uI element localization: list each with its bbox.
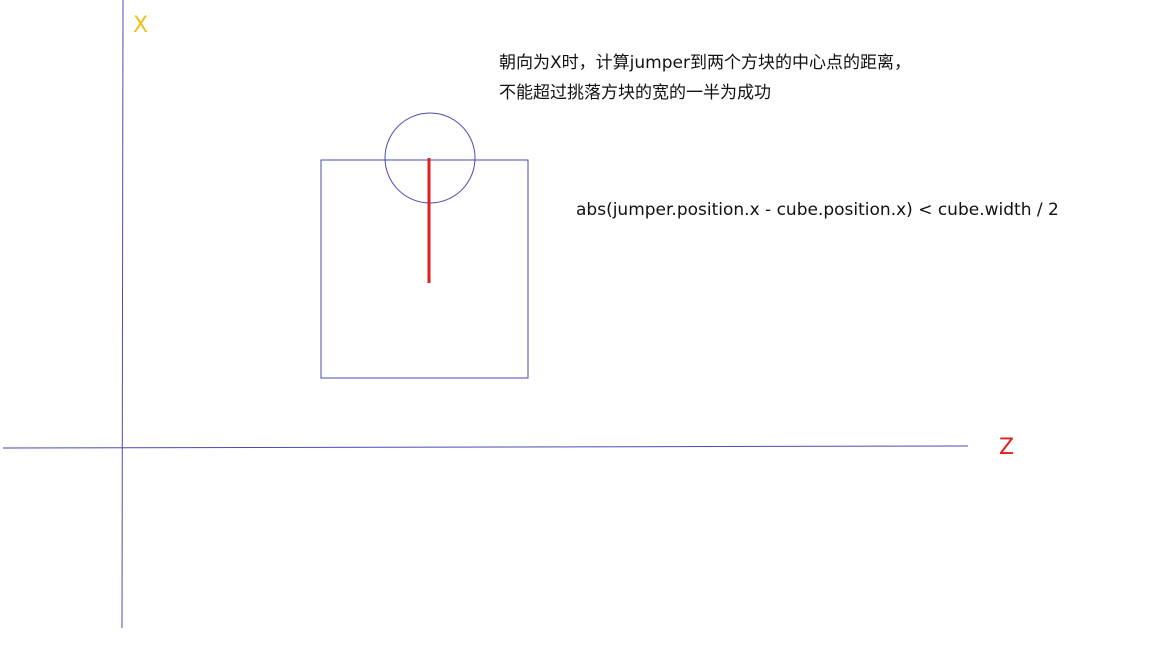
z-axis-line bbox=[2, 445, 969, 449]
z-axis-label: Z bbox=[999, 435, 1015, 460]
cube-square bbox=[320, 159, 529, 379]
note-line-1: 朝向为X时，计算jumper到两个方块的中心点的距离， bbox=[499, 53, 911, 73]
x-axis-label: X bbox=[133, 13, 149, 38]
note-line-2: 不能超过挑落方块的宽的一半为成功 bbox=[499, 83, 771, 103]
distance-formula: abs(jumper.position.x - cube.position.x)… bbox=[576, 200, 1059, 220]
explanation-note: 朝向为X时，计算jumper到两个方块的中心点的距离， 不能超过挑落方块的宽的一… bbox=[499, 48, 911, 108]
x-axis-line bbox=[121, 0, 124, 629]
